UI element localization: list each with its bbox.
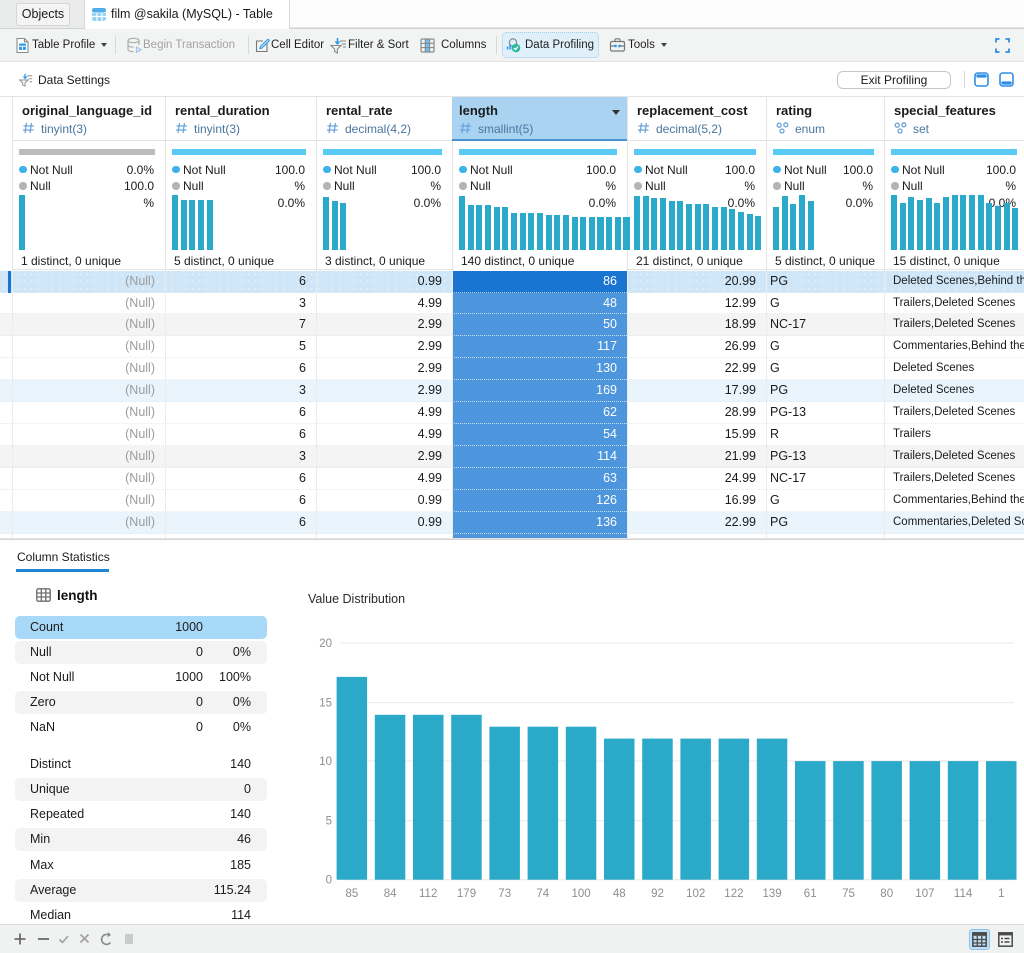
svg-text:5: 5 <box>326 816 332 828</box>
svg-text:0: 0 <box>326 875 332 887</box>
svg-text:122: 122 <box>724 888 743 900</box>
svg-text:74: 74 <box>536 888 549 900</box>
svg-text:15: 15 <box>319 698 332 710</box>
svg-text:75: 75 <box>842 888 855 900</box>
svg-text:112: 112 <box>419 888 437 900</box>
svg-text:20: 20 <box>319 638 332 650</box>
svg-text:73: 73 <box>498 888 511 900</box>
svg-text:10: 10 <box>319 756 332 768</box>
svg-text:61: 61 <box>804 888 817 900</box>
svg-text:84: 84 <box>384 888 397 900</box>
svg-text:102: 102 <box>686 888 705 900</box>
svg-text:100: 100 <box>572 888 591 900</box>
svg-text:80: 80 <box>880 888 893 900</box>
svg-text:85: 85 <box>346 888 359 900</box>
svg-text:179: 179 <box>457 888 476 900</box>
svg-text:107: 107 <box>915 888 934 900</box>
svg-text:139: 139 <box>763 888 782 900</box>
svg-text:92: 92 <box>651 888 664 900</box>
svg-text:114: 114 <box>954 888 973 900</box>
svg-text:48: 48 <box>613 888 626 900</box>
svg-text:Value Distribution: Value Distribution <box>308 592 405 606</box>
svg-text:1: 1 <box>998 888 1004 900</box>
